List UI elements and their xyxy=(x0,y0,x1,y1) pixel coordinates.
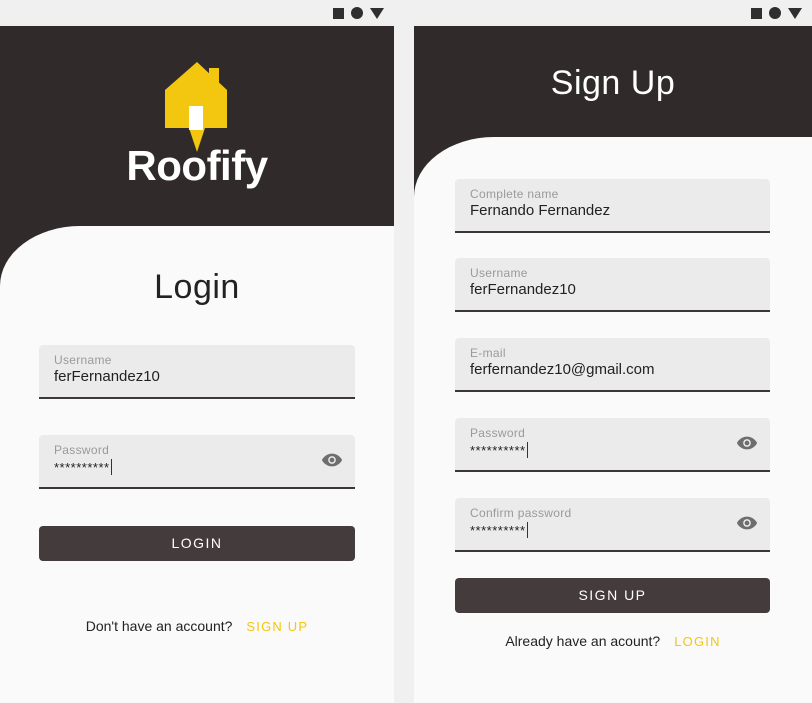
password-value: ********** xyxy=(54,460,110,475)
signup-prompt-text: Don't have an account? xyxy=(85,618,233,634)
eye-icon[interactable] xyxy=(736,515,758,531)
stop-icon xyxy=(751,7,762,19)
page-title: Sign Up xyxy=(550,64,676,102)
username-field[interactable]: Username ferFernandez10 xyxy=(455,258,770,312)
login-screen: Roofify Login Username ferFernandez10 Pa… xyxy=(0,0,394,703)
record-icon xyxy=(769,7,781,19)
text-caret xyxy=(526,522,528,538)
password-label: Password xyxy=(470,426,526,440)
stop-icon xyxy=(333,7,344,19)
text-caret xyxy=(526,442,528,458)
username-value: ferFernandez10 xyxy=(54,368,160,385)
username-field[interactable]: Username ferFernandez10 xyxy=(39,345,355,399)
triangle-down-icon xyxy=(370,7,384,19)
brand-name: Roofify xyxy=(126,142,268,189)
password-label: Password xyxy=(54,443,110,457)
signup-prompt: Don't have an account? SIGN UP xyxy=(0,618,394,634)
confirm-password-field[interactable]: Confirm password ********** xyxy=(455,498,770,552)
eye-icon[interactable] xyxy=(736,435,758,451)
status-bar xyxy=(0,0,394,26)
password-field[interactable]: Password ********** xyxy=(455,418,770,472)
confirm-password-label: Confirm password xyxy=(470,506,572,520)
house-logo-icon xyxy=(165,62,227,152)
signup-button[interactable]: SIGN UP xyxy=(455,578,770,613)
login-button[interactable]: LOGIN xyxy=(39,526,355,561)
page-title: Login xyxy=(154,268,240,306)
username-label: Username xyxy=(54,353,112,367)
username-value: ferFernandez10 xyxy=(470,281,576,298)
signup-screen: Sign Up Complete name Fernando Fernandez… xyxy=(414,0,812,703)
complete-name-field[interactable]: Complete name Fernando Fernandez xyxy=(455,179,770,233)
password-value: ********** xyxy=(470,443,526,458)
login-prompt: Already have an acount? LOGIN xyxy=(414,633,812,649)
username-label: Username xyxy=(470,266,528,280)
password-field[interactable]: Password ********** xyxy=(39,435,355,489)
triangle-down-icon xyxy=(788,7,802,19)
signup-link[interactable]: SIGN UP xyxy=(246,619,308,634)
complete-name-value: Fernando Fernandez xyxy=(470,202,611,219)
status-bar xyxy=(414,0,812,26)
eye-icon[interactable] xyxy=(321,452,343,468)
complete-name-label: Complete name xyxy=(470,187,559,201)
confirm-password-value: ********** xyxy=(470,523,526,538)
login-prompt-text: Already have an acount? xyxy=(505,633,661,649)
text-caret xyxy=(110,459,112,475)
email-label: E-mail xyxy=(470,346,506,360)
email-value: ferfernandez10@gmail.com xyxy=(470,361,655,378)
record-icon xyxy=(351,7,363,19)
email-field[interactable]: E-mail ferfernandez10@gmail.com xyxy=(455,338,770,392)
login-link[interactable]: LOGIN xyxy=(674,634,720,649)
